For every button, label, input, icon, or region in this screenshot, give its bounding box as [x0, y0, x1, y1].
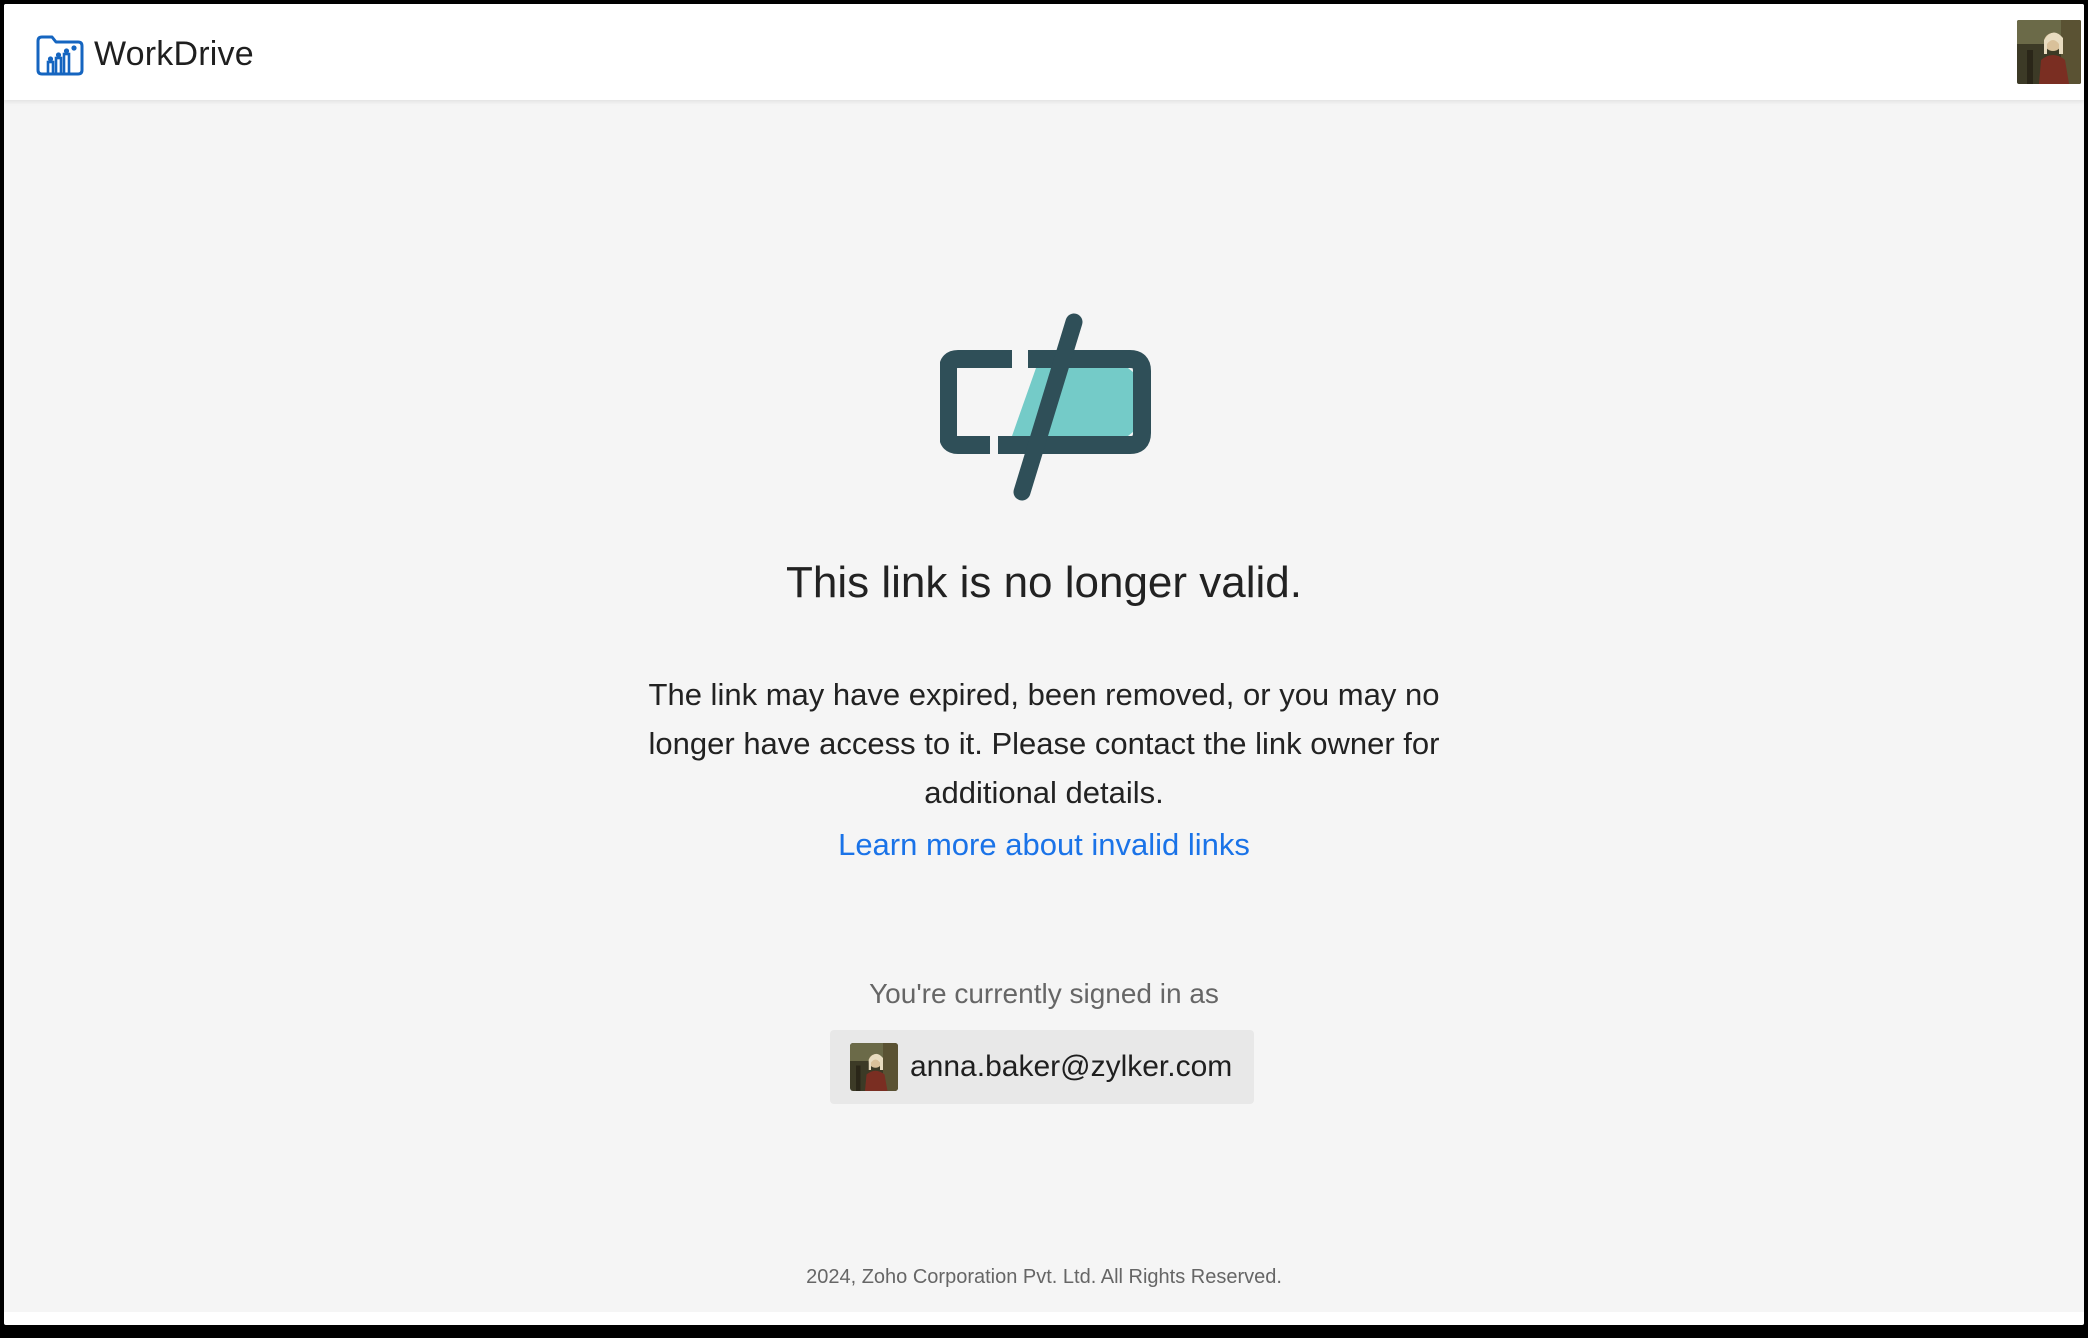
- user-avatar-photo: [2017, 20, 2081, 84]
- account-avatar: [850, 1043, 898, 1091]
- learn-more-link[interactable]: Learn more about invalid links: [4, 827, 2084, 863]
- signed-in-label: You're currently signed in as: [869, 978, 1219, 1009]
- app-window: WorkDrive This link is no longer valid. …: [4, 4, 2084, 1325]
- user-avatar-photo: [850, 1043, 898, 1091]
- top-bar: WorkDrive: [4, 4, 2084, 100]
- footer-copyright: 2024, Zoho Corporation Pvt. Ltd. All Rig…: [806, 1266, 1282, 1288]
- error-message: The link may have expired, been removed,…: [648, 677, 1440, 810]
- brand[interactable]: WorkDrive: [35, 30, 254, 78]
- account-email: anna.baker@zylker.com: [910, 1050, 1233, 1083]
- user-avatar[interactable]: [2017, 20, 2081, 84]
- account-chip[interactable]: anna.baker@zylker.com: [830, 1030, 1254, 1104]
- workdrive-folder-icon: [36, 35, 84, 76]
- error-title: This link is no longer valid.: [785, 558, 1302, 607]
- error-page: This link is no longer valid. The link m…: [4, 100, 2084, 1312]
- app-name: WorkDrive: [94, 34, 254, 73]
- broken-link-icon: [940, 313, 1151, 501]
